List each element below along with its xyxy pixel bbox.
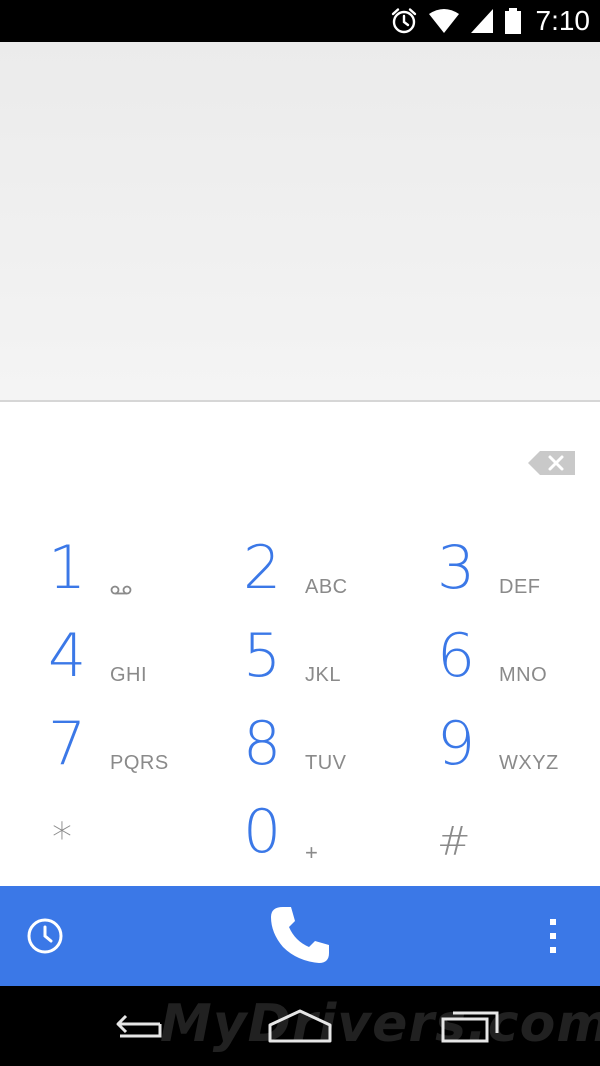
history-icon <box>27 918 63 954</box>
key-letters: PQRS <box>110 752 169 774</box>
key-digit: * <box>52 815 72 861</box>
overflow-menu-icon <box>550 919 556 953</box>
key-digit: 7 <box>48 709 87 779</box>
dialpad-key-5[interactable]: 5 JKL <box>199 600 389 691</box>
key-letters: WXYZ <box>499 752 559 774</box>
cell-signal-icon <box>470 8 494 34</box>
status-icons: 7:10 <box>390 0 591 42</box>
key-digit: # <box>437 819 471 865</box>
key-digit: 5 <box>243 621 282 691</box>
key-letters: JKL <box>305 664 341 686</box>
dialpad-key-pound[interactable]: # <box>393 776 583 865</box>
home-icon <box>268 1009 332 1043</box>
dialpad: 1 2 ABC 3 DEF 4 GHI 5 JKL 6 MNO 7 PQRS 8… <box>0 402 600 886</box>
key-letters: GHI <box>110 664 148 686</box>
alarm-icon <box>390 7 418 35</box>
dialpad-key-2[interactable]: 2 ABC <box>199 512 389 603</box>
overflow-menu-button[interactable] <box>528 886 578 986</box>
key-letters: + <box>305 840 319 865</box>
voicemail-icon <box>110 582 132 600</box>
key-digit: 2 <box>243 533 282 603</box>
recents-icon <box>441 1011 499 1043</box>
status-bar: 7:10 <box>0 0 600 42</box>
backspace-button[interactable] <box>526 450 578 476</box>
call-history-button[interactable] <box>10 886 80 986</box>
backspace-icon <box>528 451 575 475</box>
call-button[interactable] <box>250 886 350 986</box>
battery-icon <box>504 7 522 35</box>
dialpad-key-9[interactable]: 9 WXYZ <box>393 688 583 779</box>
nav-home-button[interactable] <box>255 986 345 1066</box>
key-digit: 1 <box>48 533 87 603</box>
number-display-area[interactable] <box>0 42 600 402</box>
nav-recents-button[interactable] <box>425 986 515 1066</box>
key-letters: ABC <box>305 576 348 598</box>
key-digit: 8 <box>243 709 282 779</box>
key-digit: 0 <box>243 797 282 867</box>
dialpad-key-1[interactable]: 1 <box>4 512 194 603</box>
key-digit: 3 <box>437 533 476 603</box>
dialpad-key-7[interactable]: 7 PQRS <box>4 688 194 779</box>
dialpad-key-6[interactable]: 6 MNO <box>393 600 583 691</box>
phone-call-icon <box>271 907 329 963</box>
navigation-bar: MyDrivers.com <box>0 986 600 1066</box>
key-letters: DEF <box>499 576 541 598</box>
dialpad-key-star[interactable]: * <box>4 776 194 864</box>
key-digit: 4 <box>48 621 87 691</box>
key-digit: 9 <box>437 709 476 779</box>
watermark: MyDrivers.com <box>160 994 600 1054</box>
key-digit: 6 <box>437 621 476 691</box>
dialpad-key-0[interactable]: 0 + <box>199 776 389 867</box>
key-letters: MNO <box>499 664 548 686</box>
dialer-action-bar <box>0 886 600 986</box>
dialpad-key-8[interactable]: 8 TUV <box>199 688 389 779</box>
status-time: 7:10 <box>535 5 591 36</box>
nav-back-button[interactable] <box>90 986 180 1066</box>
dialpad-key-4[interactable]: 4 GHI <box>4 600 194 691</box>
dialpad-key-3[interactable]: 3 DEF <box>393 512 583 603</box>
key-letters: TUV <box>305 752 347 774</box>
dialed-number-field[interactable] <box>20 328 520 380</box>
wifi-icon <box>428 8 460 34</box>
back-icon <box>116 1014 162 1038</box>
